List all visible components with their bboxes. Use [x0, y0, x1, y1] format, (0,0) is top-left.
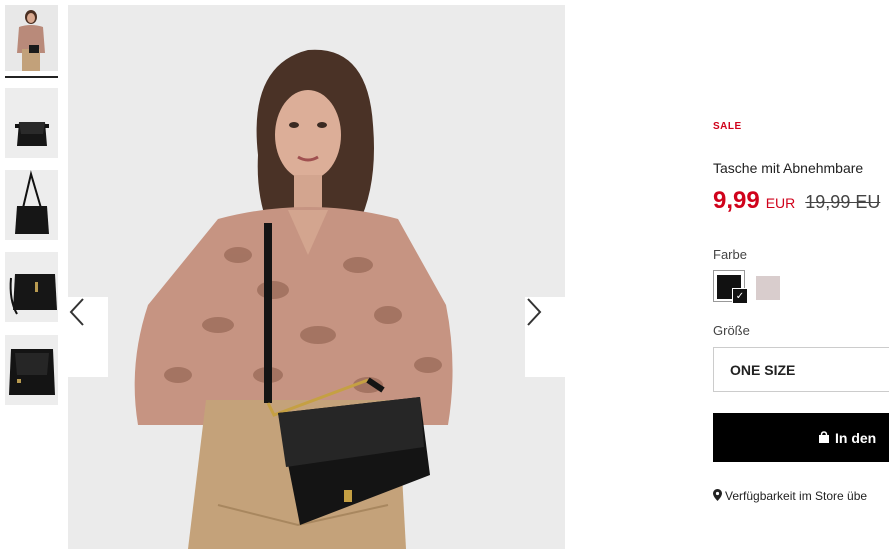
- main-product-image: [68, 5, 565, 549]
- previous-image-button[interactable]: [68, 297, 108, 377]
- size-label: Größe: [713, 323, 750, 338]
- bag-strap-icon: [5, 170, 58, 240]
- active-thumbnail-indicator: [5, 76, 58, 78]
- bag-open-icon: [5, 335, 58, 405]
- chevron-left-icon: [69, 298, 84, 326]
- add-to-cart-label: In den: [835, 429, 877, 446]
- original-price: 19,99 EU: [805, 192, 881, 212]
- size-select-value: ONE SIZE: [730, 361, 796, 378]
- thumbnail-bag-open[interactable]: [5, 335, 58, 405]
- thumbnail-model[interactable]: [5, 5, 58, 71]
- color-swatch-beige[interactable]: [756, 276, 780, 300]
- model-with-bag-illustration: [68, 5, 565, 549]
- add-to-cart-button[interactable]: In den: [713, 413, 889, 462]
- store-availability-label: Verfügbarkeit im Store übe: [725, 489, 868, 503]
- bag-front-icon: [5, 88, 58, 158]
- currency: EUR: [765, 195, 796, 211]
- thumbnail-bag-side[interactable]: [5, 252, 58, 322]
- store-availability-link[interactable]: Verfügbarkeit im Store übe: [713, 489, 867, 503]
- next-image-button[interactable]: [525, 297, 565, 377]
- shopping-bag-icon: [819, 431, 829, 443]
- current-price: 9,99: [713, 187, 760, 214]
- checkmark-icon: ✓: [732, 288, 748, 304]
- model-photo-icon: [5, 5, 58, 71]
- sale-badge: SALE: [713, 121, 742, 132]
- thumbnail-bag-front[interactable]: [5, 88, 58, 158]
- chevron-right-icon: [527, 298, 542, 326]
- product-title: Tasche mit Abnehmbare: [713, 160, 864, 176]
- price-row: 9,99 EUR 19,99 EU: [713, 187, 880, 215]
- bag-side-icon: [5, 252, 58, 322]
- product-info-panel: SALE Tasche mit Abnehmbare 9,99 EUR 19,99 …: [713, 0, 889, 549]
- size-select[interactable]: ONE SIZE: [713, 347, 889, 392]
- map-pin-icon: [713, 489, 722, 501]
- thumbnail-bag-strap[interactable]: [5, 170, 58, 240]
- color-label: Farbe: [713, 247, 747, 262]
